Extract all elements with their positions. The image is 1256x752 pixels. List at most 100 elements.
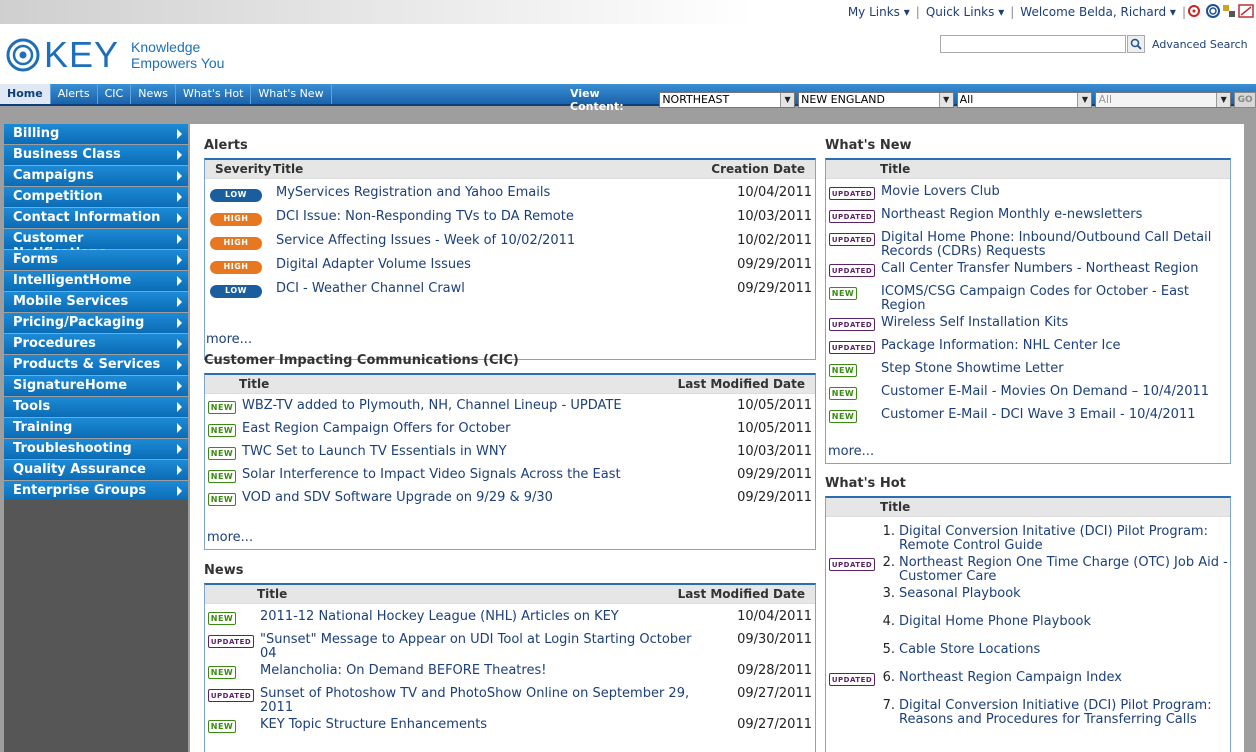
sidebar-item-campaigns[interactable]: Campaigns <box>4 166 188 186</box>
network-icon[interactable] <box>1238 3 1254 19</box>
sidebar-item-training[interactable]: Training <box>4 418 188 438</box>
alert-title-link[interactable]: DCI - Weather Channel Crawl <box>276 282 705 296</box>
item-title-link[interactable]: KEY Topic Structure Enhancements <box>260 718 695 732</box>
key-logo[interactable]: KEY Knowledge Empowers You <box>4 34 224 76</box>
item-title-link[interactable]: Customer E-Mail - Movies On Demand – 10/… <box>881 385 1230 399</box>
item-title-link[interactable]: Package Information: NHL Center Ice <box>881 339 1230 353</box>
item-title-link[interactable]: 2011-12 National Hockey League (NHL) Art… <box>260 610 695 624</box>
sidebar-item-tools[interactable]: Tools <box>4 397 188 417</box>
whats-new-more-link[interactable]: more... <box>828 444 874 459</box>
item-title-link[interactable]: Digital Conversion Initiative (DCI) Pilo… <box>899 699 1230 727</box>
item-title-link[interactable]: Melancholia: On Demand BEFORE Theatres! <box>260 664 695 678</box>
item-title-link[interactable]: Wireless Self Installation Kits <box>881 316 1230 330</box>
alerts-more-link[interactable]: more... <box>206 332 252 347</box>
alert-title-link[interactable]: Service Affecting Issues - Week of 10/02… <box>276 234 705 248</box>
status-badge: UPDATED <box>829 558 875 571</box>
item-title-link[interactable]: Call Center Transfer Numbers - Northeast… <box>881 262 1230 276</box>
status-badge: NEW <box>208 720 236 733</box>
sidebar-item-intelligenthome[interactable]: IntelligentHome <box>4 271 188 291</box>
item-title-link[interactable]: Digital Conversion Initative (DCI) Pilot… <box>899 525 1230 553</box>
sidebar-item-quality-assurance[interactable]: Quality Assurance <box>4 460 188 480</box>
sidebar-item-competition[interactable]: Competition <box>4 187 188 207</box>
alert-date: 10/03/2011 <box>737 209 812 224</box>
sidebar-item-procedures[interactable]: Procedures <box>4 334 188 354</box>
item-title-link[interactable]: Step Stone Showtime Letter <box>881 362 1230 376</box>
item-title-link[interactable]: Cable Store Locations <box>899 643 1230 657</box>
sidebar-item-contact-information[interactable]: Contact Information <box>4 208 188 228</box>
whats-new-panel: What's New Title UPDATED Movie Lovers Clu… <box>825 138 1231 464</box>
dropdown-arrow-icon: ▼ <box>1216 93 1231 107</box>
cic-more-link[interactable]: more... <box>207 530 253 545</box>
item-title-link[interactable]: TWC Set to Launch TV Essentials in WNY <box>242 445 695 459</box>
sidebar-item-customer-notifications[interactable]: Customer Notifications <box>4 229 188 261</box>
item-title-link[interactable]: Sunset of Photoshow TV and PhotoShow Onl… <box>260 687 695 715</box>
alert-title-link[interactable]: DCI Issue: Non-Responding TVs to DA Remo… <box>276 210 705 224</box>
my-links-menu[interactable]: My Links ▾ <box>848 5 910 19</box>
market-select[interactable]: NEW ENGLAND ▼ <box>798 92 954 108</box>
whats-new-header: Title <box>826 160 1230 179</box>
chevron-right-icon <box>177 129 182 139</box>
item-title-link[interactable]: East Region Campaign Offers for October <box>242 422 695 436</box>
tab-alerts[interactable]: Alerts <box>51 84 98 104</box>
item-title-link[interactable]: VOD and SDV Software Upgrade on 9/29 & 9… <box>242 491 695 505</box>
advanced-search-link[interactable]: Advanced Search <box>1152 38 1248 51</box>
region-select[interactable]: NORTHEAST ▼ <box>659 92 796 108</box>
status-badge: UPDATED <box>208 635 254 648</box>
sidebar-item-billing[interactable]: Billing <box>4 124 188 144</box>
item-title-link[interactable]: ICOMS/CSG Campaign Codes for October - E… <box>881 285 1230 313</box>
tab-news[interactable]: News <box>131 84 176 104</box>
search-button[interactable] <box>1127 35 1145 53</box>
sidebar-item-business-class[interactable]: Business Class <box>4 145 188 165</box>
view-content: View Content: NORTHEAST ▼ NEW ENGLAND ▼ Al… <box>570 87 1256 113</box>
item-title-link[interactable]: Digital Home Phone Playbook <box>899 615 1230 629</box>
item-title-link[interactable]: WBZ-TV added to Plymouth, NH, Channel Li… <box>242 399 695 413</box>
sidebar-item-troubleshooting[interactable]: Troubleshooting <box>4 439 188 459</box>
tab-what-s-new[interactable]: What's New <box>251 84 332 104</box>
item-title-link[interactable]: Digital Home Phone: Inbound/Outbound Cal… <box>881 231 1230 259</box>
item-title-link[interactable]: Customer E-Mail - DCI Wave 3 Email - 10/… <box>881 408 1230 422</box>
alert-title-link[interactable]: MyServices Registration and Yahoo Emails <box>276 186 705 200</box>
item-title-link[interactable]: "Sunset" Message to Appear on UDI Tool a… <box>260 633 695 661</box>
sidebar-item-enterprise-groups[interactable]: Enterprise Groups <box>4 481 188 501</box>
table-row: LOW DCI - Weather Channel Crawl 09/29/2011 <box>205 278 815 302</box>
list-item: UPDATED Wireless Self Installation Kits <box>826 313 1230 336</box>
chevron-right-icon <box>177 318 182 328</box>
swirl-logo-icon[interactable] <box>1204 3 1220 19</box>
sidebar-item-mobile-services[interactable]: Mobile Services <box>4 292 188 312</box>
quick-links-menu[interactable]: Quick Links ▾ <box>926 5 1004 19</box>
logo-text: KEY <box>44 34 120 75</box>
status-badge: NEW <box>829 287 857 300</box>
item-title-link[interactable]: Northeast Region One Time Charge (OTC) J… <box>899 556 1230 584</box>
dropdown-arrow-icon: ▼ <box>1077 93 1092 107</box>
subcategory-select[interactable]: All ▼ <box>1095 92 1232 108</box>
sidebar-item-products-services[interactable]: Products & Services <box>4 355 188 375</box>
sidebar-item-pricing-packaging[interactable]: Pricing/Packaging <box>4 313 188 333</box>
tab-home[interactable]: Home <box>0 84 51 104</box>
welcome-user-menu[interactable]: Welcome Belda, Richard ▾ <box>1020 5 1176 19</box>
alert-title-link[interactable]: Digital Adapter Volume Issues <box>276 258 705 272</box>
search-input[interactable] <box>940 35 1126 53</box>
item-title-link[interactable]: Solar Interference to Impact Video Signa… <box>242 468 695 482</box>
go-button[interactable]: GO <box>1234 92 1256 108</box>
chevron-right-icon <box>177 339 182 349</box>
item-title-link[interactable]: Northeast Region Campaign Index <box>899 671 1230 685</box>
item-date: 09/28/2011 <box>737 663 812 678</box>
category-select[interactable]: All ▼ <box>956 92 1093 108</box>
list-item: NEW Step Stone Showtime Letter <box>826 359 1230 382</box>
sidebar-item-signaturehome[interactable]: SignatureHome <box>4 376 188 396</box>
tab-cic[interactable]: CIC <box>98 84 132 104</box>
sidebar-item-forms[interactable]: Forms <box>4 250 188 270</box>
list-item: NEW TWC Set to Launch TV Essentials in WN… <box>205 442 815 465</box>
chevron-right-icon <box>177 402 182 412</box>
settings-tools-icon[interactable] <box>1221 3 1235 19</box>
item-title-link[interactable]: Movie Lovers Club <box>881 185 1230 199</box>
list-item: 3. Seasonal Playbook <box>826 584 1230 612</box>
rank-number: 7. <box>882 698 895 713</box>
item-title-link[interactable]: Northeast Region Monthly e-newsletters <box>881 208 1230 222</box>
brand-eye-icon[interactable] <box>1187 3 1201 19</box>
alerts-header: Severity Title Creation Date <box>205 160 815 179</box>
list-item: UPDATED Package Information: NHL Center I… <box>826 336 1230 359</box>
tab-what-s-hot[interactable]: What's Hot <box>176 84 252 104</box>
item-title-link[interactable]: Seasonal Playbook <box>899 587 1230 601</box>
list-item: UPDATED Call Center Transfer Numbers - No… <box>826 259 1230 282</box>
